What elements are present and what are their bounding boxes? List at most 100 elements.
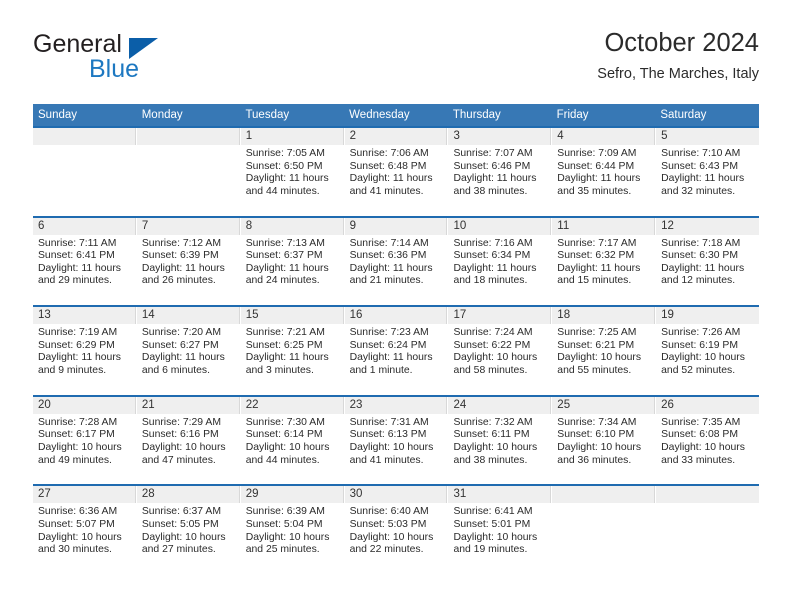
- day-number: 29: [245, 488, 259, 501]
- day-cell[interactable]: [33, 128, 137, 216]
- sunrise-text: Sunrise: 7:35 AM: [661, 416, 741, 428]
- day-cell[interactable]: 11 Sunrise: 7:17 AM Sunset: 6:32 PM Dayligh…: [552, 217, 657, 306]
- day-cell[interactable]: 10 Sunrise: 7:16 AM Sunset: 6:34 PM Dayligh…: [448, 217, 553, 306]
- sunset-text: Sunset: 6:34 PM: [453, 250, 531, 262]
- sunrise-text: Sunrise: 7:09 AM: [557, 148, 637, 159]
- day-info: Sunrise: 7:11 AM Sunset: 6:41 PM Daylight:…: [33, 235, 136, 288]
- day-info: Sunrise: 7:10 AM Sunset: 6:43 PM Daylight:…: [656, 145, 759, 198]
- sunset-text: Sunset: 6:32 PM: [557, 250, 635, 262]
- sunset-text: Sunset: 6:19 PM: [661, 339, 738, 351]
- daylight-text-line1: Daylight: 10 hours: [557, 441, 642, 453]
- day-cell[interactable]: 1 Sunrise: 7:05 AM Sunset: 6:50 PM Daylight…: [240, 128, 345, 216]
- sunset-text: Sunset: 6:27 PM: [141, 339, 219, 351]
- day-number-strip: 7: [136, 217, 240, 235]
- week-row: 13 Sunrise: 7:19 AM Sunset: 6:29 PM Dayligh…: [33, 305, 760, 395]
- sunset-text: Sunset: 6:36 PM: [349, 250, 427, 262]
- sunset-text: Sunset: 6:22 PM: [453, 339, 531, 351]
- sunrise-text: Sunrise: 7:16 AM: [453, 237, 533, 249]
- day-cell[interactable]: 18 Sunrise: 7:25 AM Sunset: 6:21 PM Dayligh…: [552, 307, 657, 395]
- daylight-text-line2: and 38 minutes.: [453, 185, 528, 197]
- daylight-text-line2: and 19 minutes.: [453, 544, 528, 556]
- daylight-text-line1: Daylight: 10 hours: [661, 441, 745, 453]
- day-cell[interactable]: [552, 486, 657, 574]
- day-cell[interactable]: 9 Sunrise: 7:14 AM Sunset: 6:36 PM Daylight…: [344, 217, 449, 306]
- sunset-text: Sunset: 5:05 PM: [141, 518, 219, 530]
- daylight-text-line1: Daylight: 11 hours: [349, 352, 433, 364]
- sunset-text: Sunset: 6:50 PM: [245, 160, 323, 172]
- weekday-header-tuesday: Tuesday: [245, 109, 290, 121]
- sunrise-text: Sunrise: 7:31 AM: [349, 416, 429, 428]
- daylight-text-line1: Daylight: 11 hours: [557, 262, 641, 274]
- day-cell[interactable]: 25 Sunrise: 7:34 AM Sunset: 6:10 PM Dayligh…: [552, 396, 657, 485]
- daylight-text-line2: and 38 minutes.: [453, 454, 528, 466]
- day-cell[interactable]: 31 Sunrise: 6:41 AM Sunset: 5:01 PM Dayligh…: [448, 486, 553, 574]
- day-number-strip: 25: [552, 396, 656, 414]
- day-cell[interactable]: 15 Sunrise: 7:21 AM Sunset: 6:25 PM Dayligh…: [240, 307, 345, 395]
- day-cell[interactable]: 27 Sunrise: 6:36 AM Sunset: 5:07 PM Dayligh…: [33, 486, 137, 574]
- day-cell[interactable]: 7 Sunrise: 7:12 AM Sunset: 6:39 PM Daylight…: [136, 217, 241, 306]
- daylight-text-line1: Daylight: 10 hours: [245, 441, 330, 453]
- day-number: 21: [141, 398, 155, 411]
- day-number: 18: [557, 309, 571, 322]
- day-number-strip: 8: [240, 217, 344, 235]
- sunrise-text: Sunrise: 7:06 AM: [349, 148, 429, 159]
- day-cell[interactable]: 23 Sunrise: 7:31 AM Sunset: 6:13 PM Dayligh…: [344, 396, 449, 485]
- daylight-text-line2: and 27 minutes.: [141, 544, 216, 556]
- day-cell[interactable]: 29 Sunrise: 6:39 AM Sunset: 5:04 PM Dayligh…: [240, 486, 345, 574]
- day-cell[interactable]: [136, 128, 241, 216]
- day-cell[interactable]: 30 Sunrise: 6:40 AM Sunset: 5:03 PM Dayligh…: [344, 486, 449, 574]
- day-cell[interactable]: 3 Sunrise: 7:07 AM Sunset: 6:46 PM Daylight…: [448, 128, 553, 216]
- day-cell[interactable]: 13 Sunrise: 7:19 AM Sunset: 6:29 PM Dayligh…: [33, 307, 137, 395]
- day-cell[interactable]: [656, 486, 760, 574]
- day-cell[interactable]: 12 Sunrise: 7:18 AM Sunset: 6:30 PM Dayligh…: [656, 217, 760, 306]
- day-number-strip: 31: [448, 486, 552, 504]
- day-cell[interactable]: 19 Sunrise: 7:26 AM Sunset: 6:19 PM Dayligh…: [656, 307, 760, 395]
- day-cell[interactable]: 5 Sunrise: 7:10 AM Sunset: 6:43 PM Daylight…: [656, 128, 760, 216]
- sunrise-text: Sunrise: 7:30 AM: [245, 416, 325, 428]
- day-cell[interactable]: 14 Sunrise: 7:20 AM Sunset: 6:27 PM Dayligh…: [136, 307, 241, 395]
- weekday-header-sunday: Sunday: [38, 109, 78, 121]
- day-cell[interactable]: 2 Sunrise: 7:06 AM Sunset: 6:48 PM Daylight…: [344, 128, 449, 216]
- day-cell[interactable]: 6 Sunrise: 7:11 AM Sunset: 6:41 PM Daylight…: [33, 217, 137, 306]
- day-cell[interactable]: 8 Sunrise: 7:13 AM Sunset: 6:37 PM Daylight…: [240, 217, 345, 306]
- page-subtitle: Sefro, The Marches, Italy: [597, 66, 759, 82]
- daylight-text-line1: Daylight: 10 hours: [38, 441, 122, 453]
- daylight-text-line2: and 44 minutes.: [245, 454, 320, 466]
- daylight-text-line1: Daylight: 10 hours: [349, 441, 434, 453]
- day-number: 28: [141, 488, 155, 501]
- weekday-header-thursday: Thursday: [452, 109, 501, 121]
- sunset-text: Sunset: 6:44 PM: [557, 160, 635, 172]
- daylight-text-line1: Daylight: 11 hours: [245, 262, 329, 274]
- day-cell[interactable]: 17 Sunrise: 7:24 AM Sunset: 6:22 PM Dayligh…: [448, 307, 553, 395]
- sunset-text: Sunset: 6:21 PM: [557, 339, 635, 351]
- daylight-text-line2: and 58 minutes.: [453, 364, 528, 376]
- day-info: Sunrise: 6:37 AM Sunset: 5:05 PM Daylight:…: [137, 503, 240, 556]
- sunset-text: Sunset: 6:41 PM: [38, 250, 115, 262]
- day-cell[interactable]: 26 Sunrise: 7:35 AM Sunset: 6:08 PM Dayligh…: [656, 396, 760, 485]
- day-cell[interactable]: 28 Sunrise: 6:37 AM Sunset: 5:05 PM Dayligh…: [136, 486, 241, 574]
- day-number: 8: [245, 219, 253, 232]
- daylight-text-line2: and 12 minutes.: [661, 275, 736, 287]
- daylight-text-line1: Daylight: 10 hours: [349, 531, 434, 543]
- day-info: Sunrise: 7:06 AM Sunset: 6:48 PM Daylight:…: [345, 145, 448, 198]
- day-cell[interactable]: 22 Sunrise: 7:30 AM Sunset: 6:14 PM Dayligh…: [240, 396, 345, 485]
- daylight-text-line2: and 35 minutes.: [557, 185, 632, 197]
- day-cell[interactable]: 20 Sunrise: 7:28 AM Sunset: 6:17 PM Dayligh…: [33, 396, 137, 485]
- day-cell[interactable]: 21 Sunrise: 7:29 AM Sunset: 6:16 PM Dayligh…: [136, 396, 241, 485]
- week-row: 6 Sunrise: 7:11 AM Sunset: 6:41 PM Daylight…: [33, 215, 760, 306]
- day-number-strip: 10: [448, 217, 552, 235]
- day-cell[interactable]: 16 Sunrise: 7:23 AM Sunset: 6:24 PM Dayligh…: [344, 307, 449, 395]
- day-number: 31: [453, 488, 467, 501]
- day-number: 6: [38, 219, 45, 232]
- sunrise-text: Sunrise: 7:12 AM: [141, 237, 221, 249]
- sunset-text: Sunset: 6:25 PM: [245, 339, 323, 351]
- daylight-text-line1: Daylight: 10 hours: [453, 531, 538, 543]
- day-cell[interactable]: 24 Sunrise: 7:32 AM Sunset: 6:11 PM Dayligh…: [448, 396, 553, 485]
- day-cell[interactable]: 4 Sunrise: 7:09 AM Sunset: 6:44 PM Daylight…: [552, 128, 657, 216]
- day-number: 25: [557, 398, 571, 411]
- day-number: 5: [661, 130, 668, 142]
- calendar-grid: Sunday Monday Tuesday Wednesday Thursday…: [33, 104, 760, 574]
- day-number-strip: 11: [552, 217, 656, 235]
- day-number-strip: 13: [33, 307, 136, 325]
- day-number: 30: [349, 488, 363, 501]
